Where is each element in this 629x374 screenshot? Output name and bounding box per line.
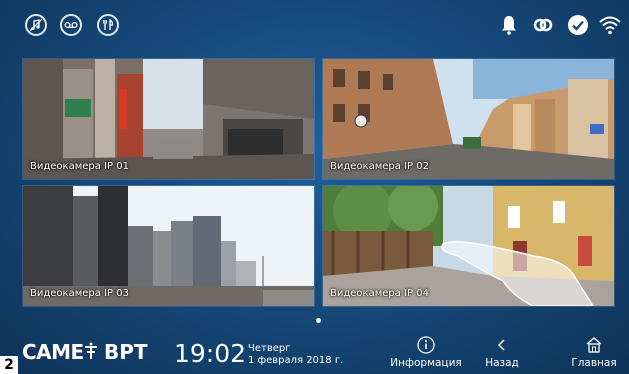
camera-tile-ip02[interactable]: Видеокамера IP 02	[323, 59, 614, 179]
camera-label: Видеокамера IP 02	[330, 161, 429, 172]
home-icon	[586, 337, 602, 353]
step-number-badge: 2	[0, 356, 18, 374]
nav-info-label: Информация	[390, 357, 462, 369]
page-indicator-dot	[316, 318, 321, 323]
clock-date: 1 февраля 2018 г.	[248, 355, 344, 366]
check-circle-icon[interactable]	[566, 13, 590, 37]
camera-tile-ip03[interactable]: Видеокамера IP 03	[23, 186, 314, 306]
voicemail-icon[interactable]	[60, 14, 82, 36]
camera-tile-ip01[interactable]: Видеокамера IP 01	[23, 59, 314, 179]
info-icon	[417, 336, 435, 354]
intercom-screen: Видеокамера IP 01 Видеокамера IP 02 Виде…	[0, 0, 629, 374]
top-bar	[0, 0, 629, 52]
music-off-icon[interactable]	[25, 14, 47, 36]
camera-label: Видеокамера IP 04	[330, 288, 429, 299]
brand-bpt-logo: BPT	[104, 340, 148, 364]
wifi-icon[interactable]	[598, 13, 622, 37]
nav-back-label: Назад	[485, 357, 519, 369]
camera-label: Видеокамера IP 01	[30, 161, 129, 172]
camera-label: Видеокамера IP 03	[30, 288, 129, 299]
nav-home-label: Главная	[571, 357, 617, 369]
nav-back-button[interactable]: Назад	[474, 335, 530, 369]
restaurant-icon[interactable]	[97, 14, 119, 36]
clock-weekday: Четверг	[248, 343, 291, 354]
nav-home-button[interactable]: Главная	[566, 335, 622, 369]
brand-separator-icon	[82, 342, 100, 360]
clock-time: 19:02	[174, 339, 247, 368]
brand-came-logo: CAME	[22, 340, 84, 364]
swipe-hand-icon	[441, 241, 594, 306]
link-icon[interactable]	[531, 13, 555, 37]
nav-info-button[interactable]: Информация	[388, 335, 464, 369]
bell-icon[interactable]	[497, 13, 521, 37]
camera-tile-ip04[interactable]: Видеокамера IP 04	[323, 186, 614, 306]
back-arrow-icon	[497, 339, 505, 351]
